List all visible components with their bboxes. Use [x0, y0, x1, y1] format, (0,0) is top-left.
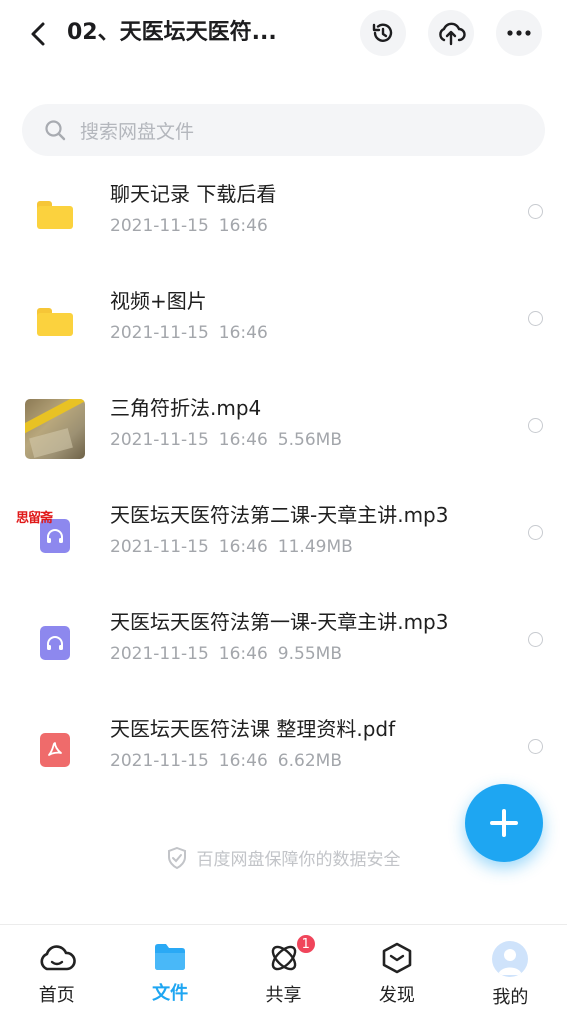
- select-radio[interactable]: [528, 739, 543, 754]
- file-meta: 2021-11-15 16:46 9.55MB: [110, 644, 352, 664]
- select-radio[interactable]: [528, 525, 543, 540]
- cloud-upload-icon: [439, 22, 466, 46]
- file-name: 天医坛天医符法第一课-天章主讲.mp3: [110, 610, 449, 634]
- file-row[interactable]: 视频+图片 2021-11-15 16:46: [0, 267, 567, 374]
- file-meta: 2021-11-15 16:46: [110, 216, 278, 236]
- file-time: 16:46: [218, 751, 268, 771]
- file-size: 5.56MB: [277, 430, 342, 450]
- file-time: 16:46: [218, 430, 268, 450]
- file-list: 聊天记录 下载后看 2021-11-15 16:46 视频+图片 2021-11-…: [0, 160, 567, 802]
- pdf-file-icon: [25, 720, 85, 780]
- folder-icon: [155, 944, 186, 970]
- watermark-stamp: 思留斋: [16, 511, 53, 526]
- file-row[interactable]: 三角符折法.mp4 2021-11-15 16:46 5.56MB: [0, 374, 567, 481]
- tab-label: 我的: [492, 987, 529, 1008]
- tab-label: 首页: [38, 985, 75, 1006]
- add-button[interactable]: [465, 784, 543, 862]
- security-text: 百度网盘保障你的数据安全: [196, 850, 401, 870]
- tab-profile[interactable]: 我的: [454, 925, 567, 1024]
- tab-home[interactable]: 首页: [0, 925, 113, 1024]
- back-button[interactable]: [22, 18, 54, 50]
- file-meta: 2021-11-15 16:46: [110, 323, 278, 343]
- headphones-icon: [47, 529, 63, 543]
- file-date: 2021-11-15: [110, 323, 209, 343]
- search-placeholder: 搜索网盘文件: [80, 120, 195, 143]
- search-icon: [45, 120, 66, 141]
- select-radio[interactable]: [528, 204, 543, 219]
- file-meta: 2021-11-15 16:46 6.62MB: [110, 751, 352, 771]
- tab-files[interactable]: 文件: [113, 925, 226, 1024]
- header-bar: 02、天医坛天医符...: [0, 0, 567, 70]
- tab-label: 共享: [265, 985, 302, 1006]
- search-input[interactable]: 搜索网盘文件: [22, 104, 545, 156]
- chevron-left-icon: [31, 22, 45, 46]
- tab-share[interactable]: 1 共享: [227, 925, 340, 1024]
- file-name: 视频+图片: [110, 289, 207, 313]
- plus-icon: [490, 809, 518, 837]
- bottom-tab-bar: 首页 文件 1 共享 发现 我的: [0, 924, 567, 1024]
- file-time: 16:46: [218, 537, 268, 557]
- file-date: 2021-11-15: [110, 751, 209, 771]
- video-thumbnail: [25, 399, 85, 459]
- tab-label: 发现: [378, 985, 415, 1006]
- file-time: 16:46: [218, 644, 268, 664]
- file-name: 三角符折法.mp4: [110, 396, 262, 420]
- file-meta: 2021-11-15 16:46 5.56MB: [110, 430, 352, 450]
- file-meta: 2021-11-15 16:46 11.49MB: [110, 537, 363, 557]
- shield-icon: [167, 846, 186, 869]
- file-date: 2021-11-15: [110, 644, 209, 664]
- select-radio[interactable]: [528, 632, 543, 647]
- file-size: 6.62MB: [277, 751, 342, 771]
- history-button[interactable]: [360, 10, 406, 56]
- upload-button[interactable]: [428, 10, 474, 56]
- select-radio[interactable]: [528, 311, 543, 326]
- file-row[interactable]: 天医坛天医符法第二课-天章主讲.mp3 2021-11-15 16:46 11.49…: [0, 481, 567, 588]
- tab-discover[interactable]: 发现: [340, 925, 453, 1024]
- file-row[interactable]: 聊天记录 下载后看 2021-11-15 16:46: [0, 160, 567, 267]
- tab-label: 文件: [152, 983, 189, 1004]
- audio-file-icon: [25, 613, 85, 673]
- home-cloud-icon: [40, 945, 76, 971]
- notification-badge: 1: [294, 933, 317, 955]
- more-button[interactable]: [496, 10, 542, 56]
- headphones-icon: [47, 636, 63, 650]
- select-radio[interactable]: [528, 418, 543, 433]
- more-dots-icon: [507, 30, 531, 36]
- file-row[interactable]: 天医坛天医符法第一课-天章主讲.mp3 2021-11-15 16:46 9.55M…: [0, 588, 567, 695]
- folder-icon: [25, 185, 85, 245]
- pdf-glyph-icon: [48, 742, 62, 756]
- avatar-icon: [492, 941, 529, 977]
- file-time: 16:46: [218, 216, 268, 236]
- file-size: 11.49MB: [277, 537, 353, 557]
- file-name: 天医坛天医符法第二课-天章主讲.mp3: [110, 503, 449, 527]
- file-date: 2021-11-15: [110, 430, 209, 450]
- discover-box-icon: [382, 942, 412, 974]
- file-time: 16:46: [218, 323, 268, 343]
- file-date: 2021-11-15: [110, 537, 209, 557]
- file-name: 聊天记录 下载后看: [110, 182, 277, 206]
- file-name: 天医坛天医符法课 整理资料.pdf: [110, 717, 396, 741]
- page-title: 02、天医坛天医符...: [67, 20, 277, 45]
- file-size: 9.55MB: [277, 644, 342, 664]
- file-row[interactable]: 天医坛天医符法课 整理资料.pdf 2021-11-15 16:46 6.62MB: [0, 695, 567, 802]
- history-clock-icon: [372, 23, 393, 42]
- folder-icon: [25, 292, 85, 352]
- file-date: 2021-11-15: [110, 216, 209, 236]
